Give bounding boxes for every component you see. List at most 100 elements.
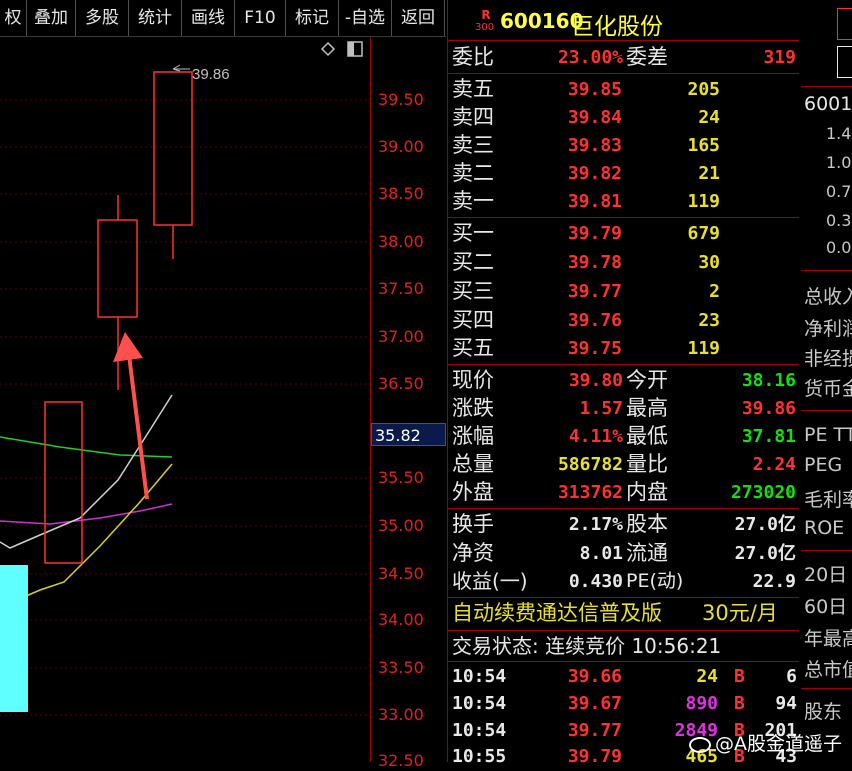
stat-value: 37.81	[741, 426, 796, 447]
quote-panel: R 300 600160 巨化股份 委比 23.00% 委差 319 卖五 39…	[447, 0, 802, 767]
toolbar-button-f10[interactable]: F10	[235, 0, 286, 36]
fund-value: 22.9	[752, 571, 796, 592]
promo-price[interactable]: 30元/月	[702, 599, 778, 628]
promo-text[interactable]: 自动续费通达信普及版	[452, 599, 662, 628]
tick-time: 10:54	[452, 720, 507, 741]
fund-label: 股本	[626, 512, 668, 536]
strip-text: 毛利率	[804, 489, 852, 511]
bid-row[interactable]: 买四 39.76 23	[448, 306, 799, 335]
chart-toolbar: 权 叠加 多股 统计 画线 F10 标记 -自选 返回	[0, 0, 446, 37]
bid-price: 39.75	[567, 338, 622, 359]
fund-label: 收益(一)	[452, 569, 528, 593]
high-marker-arrow-icon	[172, 64, 190, 72]
strip-text: 股东	[804, 701, 843, 723]
fund-value: 27.0亿	[734, 514, 796, 535]
weibi-label: 委比	[452, 45, 494, 69]
strip-text: 1.4	[826, 124, 852, 143]
divider	[801, 550, 852, 551]
ask-price: 39.83	[567, 135, 622, 156]
strip-text: 1.0	[826, 153, 852, 172]
strip-text: PEG	[804, 454, 843, 476]
watermark-text: @A股金道遥子	[715, 733, 842, 755]
fund-value: 0.430	[568, 571, 623, 592]
stat-label: 内盘	[626, 480, 668, 504]
ask-volume: 24	[698, 107, 720, 128]
fund-value: 8.01	[579, 543, 623, 564]
toolbar-button-quanxi[interactable]: 权	[0, 0, 27, 36]
diamond-icon[interactable]	[320, 41, 336, 57]
stat-label: 涨跌	[452, 396, 494, 420]
stat-label: 最低	[626, 424, 668, 448]
tick-price: 39.79	[567, 746, 622, 767]
toolbar-button-statistics[interactable]: 统计	[129, 0, 182, 36]
ask-row[interactable]: 卖三 39.83 165	[448, 131, 799, 160]
current-price-label: 35.82	[371, 423, 446, 446]
right-info-strip: 6001 1.4 1.0 0.7 0.3 0.0 总收入 净利润 非经损 货币金…	[801, 0, 852, 762]
tick-count: 94	[775, 693, 797, 714]
bid-volume: 119	[687, 338, 720, 359]
bid-label: 买二	[452, 250, 494, 274]
tick-time: 10:54	[452, 693, 507, 714]
tick-time: 10:55	[452, 746, 507, 767]
stat-value: 39.80	[568, 370, 623, 391]
y-tick: 37.00	[378, 327, 424, 346]
bid-label: 买一	[452, 221, 494, 245]
y-tick: 39.50	[378, 90, 424, 109]
ask-price: 39.85	[567, 79, 622, 100]
tick-time: 10:54	[452, 666, 507, 687]
ask-volume: 165	[687, 135, 720, 156]
stat-row: 涨幅 4.11% 最低 37.81	[448, 422, 799, 451]
toolbar-button-mark[interactable]: 标记	[286, 0, 339, 36]
ask-price: 39.81	[567, 191, 622, 212]
tick-side: B	[734, 693, 745, 714]
ma-line-white	[0, 394, 173, 549]
ask-row[interactable]: 卖五 39.85 205	[448, 75, 799, 104]
toolbar-button-overlay[interactable]: 叠加	[27, 0, 76, 36]
strip-text: PE TT	[804, 424, 852, 446]
panel-toggle-icon[interactable]	[347, 41, 363, 57]
ma-line-magenta	[0, 503, 173, 525]
tick-volume: 890	[685, 693, 718, 714]
y-tick: 35.00	[378, 516, 424, 535]
toolbar-button-multi-stock[interactable]: 多股	[76, 0, 129, 36]
strip-text: 20日	[804, 564, 848, 586]
toolbar-button-watchlist[interactable]: -自选	[339, 0, 392, 36]
tick-price: 39.77	[567, 720, 622, 741]
fund-label: 换手	[452, 512, 494, 536]
fund-label: 净资	[452, 541, 494, 565]
fund-row: 净资 8.01 流通 27.0亿	[448, 539, 799, 568]
tick-row: 10:54 39.66 24 B 6	[448, 662, 799, 691]
stat-value: 4.11%	[568, 426, 623, 447]
tick-price: 39.66	[567, 666, 622, 687]
fund-label: PE(动)	[626, 570, 684, 592]
divider	[801, 270, 852, 271]
stat-row: 涨跌 1.57 最高 39.86	[448, 394, 799, 423]
code-badge-top: R	[481, 8, 491, 22]
bid-row[interactable]: 买三 39.77 2	[448, 277, 799, 306]
ask-label: 卖二	[452, 161, 494, 185]
y-tick: 36.50	[378, 374, 424, 393]
bid-row[interactable]: 买二 39.78 30	[448, 248, 799, 277]
bid-row[interactable]: 买一 39.79 679	[448, 219, 799, 248]
ask-row[interactable]: 卖二 39.82 21	[448, 159, 799, 188]
ask-row[interactable]: 卖四 39.84 24	[448, 103, 799, 132]
stat-label: 涨幅	[452, 424, 494, 448]
bid-row[interactable]: 买五 39.75 119	[448, 334, 799, 363]
strip-box-white[interactable]	[837, 46, 852, 78]
ask-row[interactable]: 卖一 39.81 119	[448, 187, 799, 216]
weibo-icon	[689, 736, 711, 753]
stat-value: 39.86	[741, 398, 796, 419]
y-tick: 33.50	[378, 658, 424, 677]
code-badge: R 300	[475, 8, 494, 40]
y-tick: 35.50	[378, 468, 424, 487]
weibi-value: 23.00%	[557, 47, 623, 68]
annotation-arrow-icon	[113, 332, 149, 500]
stat-label: 外盘	[452, 480, 494, 504]
strip-box-red[interactable]	[837, 8, 852, 40]
kline-chart[interactable]: 39.86 39.50 39.00 38.50 38.00 37.50 37.0…	[0, 37, 446, 770]
toolbar-button-draw-line[interactable]: 画线	[182, 0, 235, 36]
strip-text: 非经损	[804, 348, 852, 370]
stat-label: 量比	[626, 452, 668, 476]
toolbar-button-back[interactable]: 返回	[392, 0, 445, 36]
promo-row[interactable]: 自动续费通达信普及版 30元/月	[448, 599, 799, 628]
